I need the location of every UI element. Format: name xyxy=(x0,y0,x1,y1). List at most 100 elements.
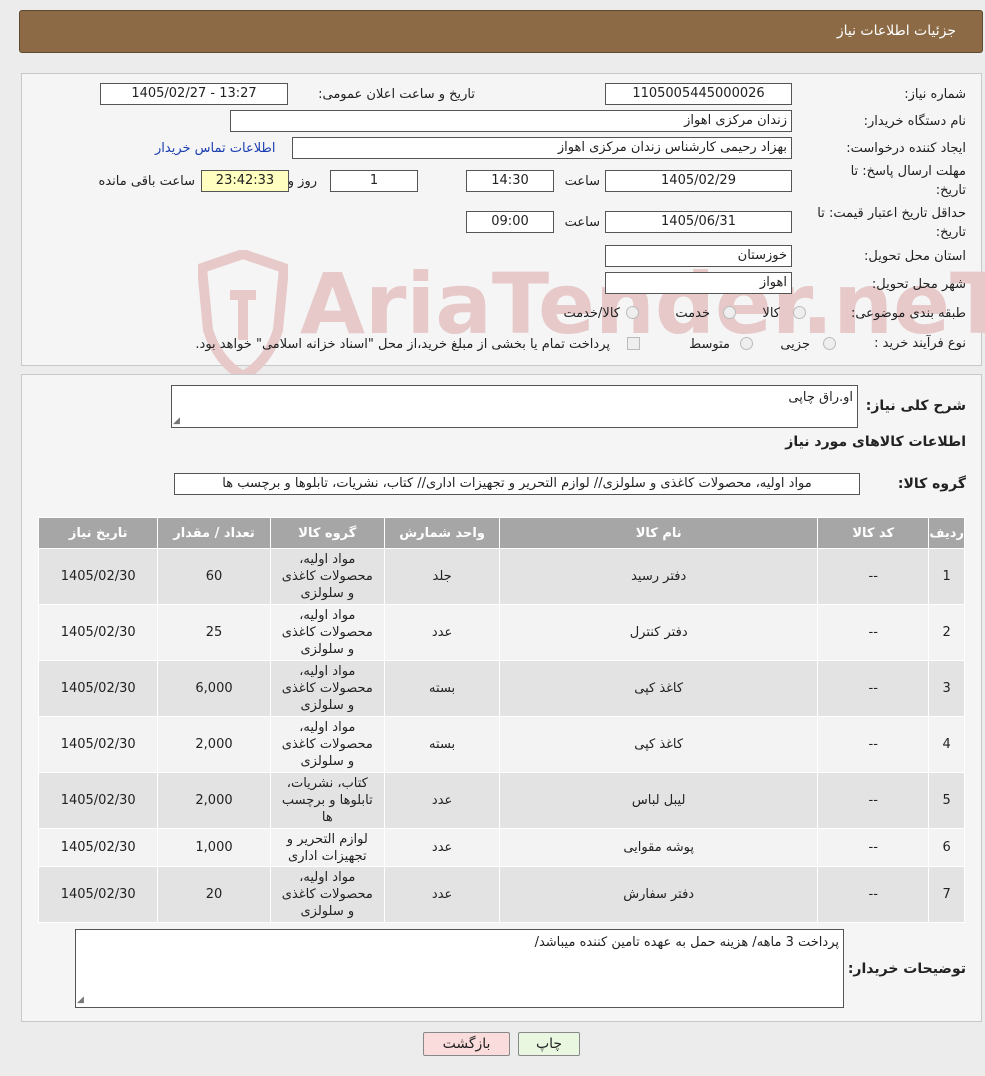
cell-item-name: دفتر کنترل xyxy=(499,604,819,661)
cell-item-group: لوازم التحریر و تجهیزات اداری xyxy=(269,828,385,867)
process-medium-label: متوسط xyxy=(689,337,730,352)
days-remaining-field: 1 xyxy=(330,170,418,192)
cell-need-date: 1405/02/30 xyxy=(37,866,159,923)
page-title: جزئیات اطلاعات نیاز xyxy=(836,23,956,39)
need-number-label: شماره نیاز: xyxy=(904,87,966,102)
goods-info-title: اطلاعات کالاهای مورد نیاز xyxy=(785,434,966,450)
cell-item-group: مواد اولیه، محصولات کاغذی و سلولزی xyxy=(269,716,385,773)
col-item-name: نام کالا xyxy=(499,517,819,549)
cell-item-name: دفتر رسید xyxy=(499,548,819,605)
deadline-time-label: ساعت xyxy=(564,174,600,189)
col-item-group: گروه کالا xyxy=(269,517,385,549)
process-medium-radio[interactable] xyxy=(740,337,753,350)
treasury-docs-checkbox[interactable] xyxy=(627,337,640,350)
category-service-label: خدمت xyxy=(675,306,710,321)
cell-row-number: 1 xyxy=(928,548,965,605)
buyer-org-field: زندان مرکزی اهواز xyxy=(230,110,792,132)
cell-row-number: 6 xyxy=(928,828,965,867)
col-unit: واحد شمارش xyxy=(383,517,501,549)
validity-date-field: 1405/06/31 xyxy=(605,211,792,233)
table-row: 3 -- کاغذ کپی بسته مواد اولیه، محصولات کاغذی… xyxy=(37,660,965,717)
city-label: شهر محل تحویل: xyxy=(871,277,966,292)
items-table-header: ردیف کد کالا نام کالا واحد شمارش گروه کا… xyxy=(37,517,965,549)
table-row: 7 -- دفتر سفارش عدد مواد اولیه، محصولات کاغذ… xyxy=(37,866,965,923)
cell-item-code: -- xyxy=(817,772,930,829)
city-field: اهواز xyxy=(605,272,792,294)
cell-row-number: 3 xyxy=(928,660,965,717)
category-goods-radio[interactable] xyxy=(793,306,806,319)
cell-item-name: کاغذ کپی xyxy=(499,660,819,717)
cell-row-number: 2 xyxy=(928,604,965,661)
table-row: 1 -- دفتر رسید جلد مواد اولیه، محصولات کاغذی… xyxy=(37,548,965,605)
col-quantity: تعداد / مقدار xyxy=(157,517,271,549)
cell-item-code: -- xyxy=(817,660,930,717)
cell-quantity: 2,000 xyxy=(157,772,271,829)
contact-buyer-link[interactable]: اطلاعات تماس خریدار xyxy=(155,141,275,156)
remaining-time-field: 23:42:33 xyxy=(201,170,289,192)
cell-quantity: 20 xyxy=(157,866,271,923)
validity-time-field: 09:00 xyxy=(466,211,554,233)
goods-group-label: گروه کالا: xyxy=(897,476,966,492)
page-header: جزئیات اطلاعات نیاز xyxy=(19,10,983,53)
cell-unit: جلد xyxy=(383,548,501,605)
buyer-notes-label: توضیحات خریدار: xyxy=(847,961,966,977)
col-item-code: کد کالا xyxy=(817,517,930,549)
cell-need-date: 1405/02/30 xyxy=(37,828,159,867)
province-field: خوزستان xyxy=(605,245,792,267)
category-service-radio[interactable] xyxy=(723,306,736,319)
col-need-date: تاریخ نیاز xyxy=(37,517,159,549)
cell-quantity: 60 xyxy=(157,548,271,605)
back-button[interactable]: بازگشت xyxy=(423,1032,510,1056)
cell-item-group: مواد اولیه، محصولات کاغذی و سلولزی xyxy=(269,866,385,923)
cell-quantity: 1,000 xyxy=(157,828,271,867)
resize-grip-icon[interactable]: ◢ xyxy=(173,416,180,426)
deadline-label-line1: مهلت ارسال پاسخ: تا xyxy=(850,164,966,179)
table-row: 6 -- پوشه مقوایی عدد لوازم التحریر و تجهیزات… xyxy=(37,828,965,867)
table-row: 4 -- کاغذ کپی بسته مواد اولیه، محصولات کاغذی… xyxy=(37,716,965,773)
cell-need-date: 1405/02/30 xyxy=(37,548,159,605)
watermark-shield-icon xyxy=(196,248,290,382)
cell-unit: بسته xyxy=(383,716,501,773)
cell-item-group: مواد اولیه، محصولات کاغذی و سلولزی xyxy=(269,604,385,661)
notes-resize-grip-icon[interactable]: ◢ xyxy=(77,995,84,1005)
category-goods-label: کالا xyxy=(762,306,780,321)
province-label: استان محل تحویل: xyxy=(864,249,966,264)
remaining-time-label: ساعت باقی مانده xyxy=(98,174,195,189)
cell-need-date: 1405/02/30 xyxy=(37,660,159,717)
requester-label: ایجاد کننده درخواست: xyxy=(846,141,966,156)
cell-item-code: -- xyxy=(817,828,930,867)
cell-item-name: پوشه مقوایی xyxy=(499,828,819,867)
cell-item-group: مواد اولیه، محصولات کاغذی و سلولزی xyxy=(269,548,385,605)
cell-unit: عدد xyxy=(383,866,501,923)
category-label: طبقه بندی موضوعی: xyxy=(850,306,966,321)
cell-quantity: 6,000 xyxy=(157,660,271,717)
cell-item-code: -- xyxy=(817,866,930,923)
cell-unit: عدد xyxy=(383,772,501,829)
deadline-time-field: 14:30 xyxy=(466,170,554,192)
validity-time-label: ساعت xyxy=(564,215,600,230)
cell-quantity: 2,000 xyxy=(157,716,271,773)
treasury-note: پرداخت تمام یا بخشی از مبلغ خرید،از محل … xyxy=(195,337,610,352)
process-type-label: نوع فرآیند خرید : xyxy=(874,336,966,351)
cell-unit: بسته xyxy=(383,660,501,717)
cell-item-code: -- xyxy=(817,604,930,661)
announce-field: 1405/02/27 - 13:27 xyxy=(100,83,288,105)
goods-group-field: مواد اولیه، محصولات کاغذی و سلولزی// لوا… xyxy=(174,473,860,495)
days-label: روز و xyxy=(287,174,317,189)
table-row: 2 -- دفتر کنترل عدد مواد اولیه، محصولات کاغذ… xyxy=(37,604,965,661)
cell-item-name: دفتر سفارش xyxy=(499,866,819,923)
cell-row-number: 7 xyxy=(928,866,965,923)
need-description-field: او.راق چاپی xyxy=(171,385,858,428)
category-goods-service-radio[interactable] xyxy=(626,306,639,319)
cell-item-group: مواد اولیه، محصولات کاغذی و سلولزی xyxy=(269,660,385,717)
table-row: 5 -- لیبل لباس عدد کتاب، نشریات، تابلوها و ب… xyxy=(37,772,965,829)
buyer-notes-field: پرداخت 3 ماهه/ هزینه حمل به عهده تامین ک… xyxy=(75,929,844,1008)
cell-item-code: -- xyxy=(817,548,930,605)
need-description-label: شرح کلی نیاز: xyxy=(865,398,966,414)
print-button[interactable]: چاپ xyxy=(518,1032,580,1056)
validity-label-line2: تاریخ: xyxy=(935,225,966,240)
cell-row-number: 4 xyxy=(928,716,965,773)
cell-item-name: کاغذ کپی xyxy=(499,716,819,773)
process-partial-radio[interactable] xyxy=(823,337,836,350)
category-goods-service-label: کالا/خدمت xyxy=(563,306,620,321)
